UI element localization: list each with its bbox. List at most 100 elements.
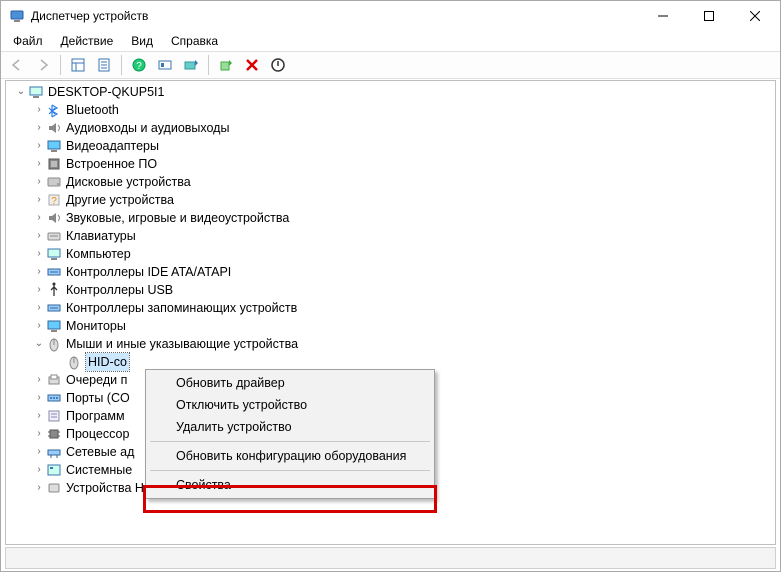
category-label: Контроллеры USB [66, 281, 173, 299]
back-button[interactable] [5, 54, 29, 76]
update-driver-button[interactable] [179, 54, 203, 76]
expand-icon[interactable] [32, 245, 46, 263]
toolbar: ? [1, 51, 780, 79]
expand-icon[interactable] [32, 101, 46, 119]
expand-icon[interactable] [32, 425, 46, 443]
tree-category[interactable]: Клавиатуры [8, 227, 775, 245]
expand-icon[interactable] [32, 155, 46, 173]
expand-icon[interactable] [32, 173, 46, 191]
minimize-button[interactable] [640, 1, 686, 31]
category-icon [46, 102, 62, 118]
category-icon [46, 120, 62, 136]
category-label: Очереди п [66, 371, 127, 389]
category-label: Встроенное ПО [66, 155, 157, 173]
category-label: Другие устройства [66, 191, 174, 209]
tree-category[interactable]: Встроенное ПО [8, 155, 775, 173]
tree-category[interactable]: Аудиовходы и аудиовыходы [8, 119, 775, 137]
disable-device-button[interactable] [266, 54, 290, 76]
menu-view[interactable]: Вид [123, 32, 161, 50]
category-icon [46, 210, 62, 226]
titlebar: Диспетчер устройств [1, 1, 780, 31]
uninstall-device-button[interactable] [240, 54, 264, 76]
category-label: Процессор [66, 425, 129, 443]
category-label: Программ [66, 407, 125, 425]
expand-icon[interactable] [32, 191, 46, 209]
tree-category[interactable]: Звуковые, игровые и видеоустройства [8, 209, 775, 227]
expand-icon[interactable] [32, 263, 46, 281]
expand-icon[interactable] [14, 83, 28, 101]
category-icon [46, 336, 62, 352]
expand-icon[interactable] [32, 209, 46, 227]
category-icon [46, 462, 62, 478]
category-icon [46, 444, 62, 460]
statusbar [5, 547, 776, 569]
expand-icon[interactable] [32, 371, 46, 389]
ctx-uninstall-device[interactable]: Удалить устройство [148, 416, 432, 438]
category-label: Мыши и иные указывающие устройства [66, 335, 298, 353]
expand-icon[interactable] [32, 389, 46, 407]
ctx-scan-hardware[interactable]: Обновить конфигурацию оборудования [148, 445, 432, 467]
mouse-icon [66, 354, 82, 370]
tree-root-label: DESKTOP-QKUP5I1 [48, 83, 164, 101]
category-icon [46, 138, 62, 154]
menu-file[interactable]: Файл [5, 32, 51, 50]
toolbar-separator [121, 55, 122, 75]
tree-category[interactable]: Компьютер [8, 245, 775, 263]
tree-category[interactable]: Мониторы [8, 317, 775, 335]
scan-hardware-button[interactable] [153, 54, 177, 76]
ctx-separator [150, 441, 430, 442]
show-hide-tree-button[interactable] [66, 54, 90, 76]
tree-category[interactable]: Видеоадаптеры [8, 137, 775, 155]
ctx-disable-device[interactable]: Отключить устройство [148, 394, 432, 416]
category-icon [46, 156, 62, 172]
context-menu: Обновить драйвер Отключить устройство Уд… [145, 369, 435, 499]
ctx-properties[interactable]: Свойства [148, 474, 432, 496]
enable-device-button[interactable] [214, 54, 238, 76]
collapse-icon[interactable] [32, 335, 46, 353]
category-label: Клавиатуры [66, 227, 136, 245]
expand-icon[interactable] [32, 317, 46, 335]
tree-category[interactable]: Контроллеры USB [8, 281, 775, 299]
expand-icon[interactable] [32, 137, 46, 155]
expand-icon[interactable] [32, 461, 46, 479]
window-controls [640, 1, 778, 31]
tree-category[interactable]: ? Другие устройства [8, 191, 775, 209]
computer-icon [28, 84, 44, 100]
properties-button[interactable] [92, 54, 116, 76]
expand-icon[interactable] [32, 443, 46, 461]
category-label: Компьютер [66, 245, 131, 263]
device-manager-icon [9, 8, 25, 24]
toolbar-separator [60, 55, 61, 75]
category-label: Контроллеры IDE ATA/ATAPI [66, 263, 231, 281]
help-button[interactable]: ? [127, 54, 151, 76]
menubar: Файл Действие Вид Справка [1, 31, 780, 51]
maximize-button[interactable] [686, 1, 732, 31]
category-icon [46, 300, 62, 316]
category-icon [46, 480, 62, 496]
category-label: Дисковые устройства [66, 173, 191, 191]
expand-icon[interactable] [32, 479, 46, 497]
menu-action[interactable]: Действие [53, 32, 122, 50]
category-icon [46, 408, 62, 424]
expand-icon[interactable] [32, 119, 46, 137]
expand-icon[interactable] [32, 299, 46, 317]
tree-category[interactable]: Мыши и иные указывающие устройства [8, 335, 775, 353]
category-icon [46, 426, 62, 442]
tree-root[interactable]: DESKTOP-QKUP5I1 [8, 83, 775, 101]
ctx-update-driver[interactable]: Обновить драйвер [148, 372, 432, 394]
svg-text:?: ? [51, 196, 57, 207]
tree-category[interactable]: Контроллеры IDE ATA/ATAPI [8, 263, 775, 281]
category-icon [46, 246, 62, 262]
menu-help[interactable]: Справка [163, 32, 226, 50]
close-button[interactable] [732, 1, 778, 31]
expand-icon[interactable] [32, 407, 46, 425]
tree-category[interactable]: Bluetooth [8, 101, 775, 119]
toolbar-separator [208, 55, 209, 75]
tree-category[interactable]: Контроллеры запоминающих устройств [8, 299, 775, 317]
forward-button[interactable] [31, 54, 55, 76]
svg-text:?: ? [136, 61, 142, 72]
expand-icon[interactable] [32, 227, 46, 245]
category-label: Порты (CO [66, 389, 130, 407]
tree-category[interactable]: Дисковые устройства [8, 173, 775, 191]
expand-icon[interactable] [32, 281, 46, 299]
